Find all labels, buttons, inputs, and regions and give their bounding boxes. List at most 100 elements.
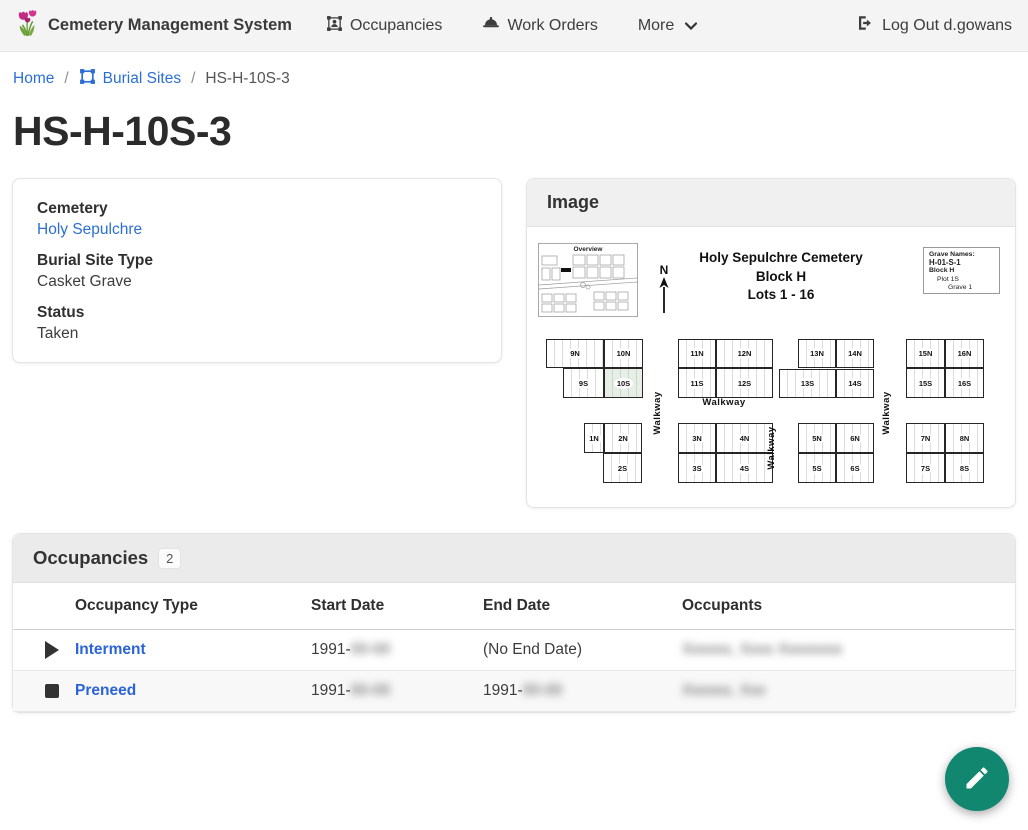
map-titles: Holy Sepulchre Cemetery Block H Lots 1 -…: [666, 249, 896, 305]
occupancies-card: Occupancies 2 Occupancy Type Start Date …: [12, 533, 1016, 713]
burial-site-icon: [79, 68, 96, 90]
brand[interactable]: Cemetery Management System: [16, 8, 292, 43]
map-cell-6N: 6N: [836, 423, 874, 453]
logout-button[interactable]: Log Out d.gowans: [856, 14, 1012, 37]
map-cell-2S: 2S: [603, 453, 642, 483]
map-overview-label: Overview: [539, 246, 637, 253]
walkway-label: Walkway: [881, 371, 897, 455]
occupancy-type-link[interactable]: Interment: [75, 641, 146, 658]
grave-plot: Plot 1S: [929, 276, 999, 284]
occupancies-table: Occupancy Type Start Date End Date Occup…: [13, 583, 1015, 712]
occupants-redacted-text: Xxxxxx, Xxx: [682, 682, 766, 699]
brand-title: Cemetery Management System: [48, 16, 292, 35]
map-cell-12N: 12N: [716, 339, 773, 368]
map-cell-13S: 13S: [779, 369, 836, 398]
walkway-label: Walkway: [766, 406, 782, 490]
map-cell-3S: 3S: [678, 453, 716, 483]
breadcrumb-home-link[interactable]: Home: [13, 70, 54, 88]
cemetery-link[interactable]: Holy Sepulchre: [37, 221, 142, 238]
breadcrumb-burial-sites-link[interactable]: Burial Sites: [79, 68, 181, 90]
cards-row: Cemetery Holy Sepulchre Burial Site Type…: [12, 178, 1016, 508]
cemetery-block-map: Overview: [536, 235, 1006, 497]
status-value: Taken: [37, 325, 477, 343]
map-cell-11S: 11S: [678, 368, 716, 398]
occupancies-icon: [326, 15, 343, 37]
map-cell-9S: 9S: [563, 368, 604, 398]
grave-name: H-01-S-1: [929, 259, 999, 267]
image-card-title: Image: [547, 192, 599, 212]
map-cell-3N: 3N: [678, 423, 716, 453]
column-header-start-date: Start Date: [311, 597, 483, 615]
map-cell-1N: 1N: [584, 423, 604, 453]
edit-fab-button[interactable]: [945, 747, 1009, 811]
nav-item-occupancies[interactable]: Occupancies: [326, 15, 443, 37]
map-cell-7N: 7N: [906, 423, 945, 453]
occupancies-count-badge: 2: [158, 548, 181, 569]
logout-icon: [856, 14, 874, 37]
column-header-occupancy-type: Occupancy Type: [75, 597, 311, 615]
column-header-occupants: Occupants: [682, 597, 1015, 615]
map-cell-4S: 4S: [716, 453, 773, 483]
stop-icon: [45, 684, 59, 698]
map-title-line: Block H: [666, 268, 896, 287]
occupancies-title: Occupancies: [33, 547, 148, 569]
map-cell-8N: 8N: [945, 423, 984, 453]
top-navbar: Cemetery Management System Occupancies W: [0, 0, 1028, 52]
field-label-burial-site-type: Burial Site Type: [37, 252, 477, 270]
image-card-body: Overview: [527, 227, 1015, 507]
map-cell-14S: 14S: [836, 369, 874, 398]
map-cell-6S: 6S: [836, 453, 874, 483]
play-icon: [45, 641, 59, 659]
breadcrumb-separator: /: [64, 70, 68, 88]
redacted-text: 00-00: [523, 682, 563, 699]
map-title-line: Holy Sepulchre Cemetery: [666, 249, 896, 268]
breadcrumb-current: HS-H-10S-3: [205, 70, 289, 88]
column-header-end-date: End Date: [483, 597, 682, 615]
grave-names-box: Grave Names: H-01-S-1 Block H Plot 1S Gr…: [923, 247, 1000, 294]
breadcrumb: Home / Burial Sites / HS-H-10S-3: [0, 52, 1028, 102]
table-header-row: Occupancy Type Start Date End Date Occup…: [13, 583, 1015, 630]
tulip-logo-icon: [16, 8, 40, 43]
map-cell-10N: 10N: [604, 339, 643, 368]
map-cell-16N: 16N: [945, 339, 984, 368]
breadcrumb-label: Burial Sites: [103, 70, 181, 88]
map-cell-2N: 2N: [604, 423, 642, 453]
occupants-redacted-text: Xxxxxx, Xxxx Xxxxxxxx: [682, 641, 842, 658]
details-card: Cemetery Holy Sepulchre Burial Site Type…: [12, 178, 502, 363]
nav-item-label: More: [638, 17, 674, 35]
map-overview-sketch: [539, 254, 637, 316]
breadcrumb-separator: /: [191, 70, 195, 88]
occupancy-type-link[interactable]: Preneed: [75, 682, 136, 699]
map-cell-5S: 5S: [798, 453, 836, 483]
nav-item-work-orders[interactable]: Work Orders: [482, 15, 597, 36]
hardhat-icon: [482, 15, 500, 36]
map-cell-12S: 12S: [716, 368, 773, 398]
walkway-label: Walkway: [652, 371, 668, 455]
redacted-text: 00-00: [351, 641, 391, 658]
nav-item-label: Work Orders: [507, 17, 597, 35]
map-cell-5N: 5N: [798, 423, 836, 453]
field-label-cemetery: Cemetery: [37, 200, 477, 218]
map-overview-inset: Overview: [538, 243, 638, 317]
logout-label: Log Out d.gowans: [882, 17, 1012, 35]
map-cell-8S: 8S: [945, 453, 984, 483]
nav-item-more[interactable]: More: [638, 17, 697, 35]
page-title: HS-H-10S-3: [13, 108, 1028, 155]
map-cell-14N: 14N: [836, 339, 874, 368]
map-cell-7S: 7S: [906, 453, 945, 483]
start-date-cell: 1991-00-00: [311, 682, 483, 700]
map-cell-13N: 13N: [798, 339, 836, 368]
end-date-cell: 1991-00-00: [483, 682, 682, 700]
table-row: Interment 1991-00-00 (No End Date) Xxxxx…: [13, 630, 1015, 671]
map-cell-10S: 10S: [604, 368, 643, 398]
chevron-down-icon: [685, 17, 697, 35]
image-card: Image Overview: [526, 178, 1016, 508]
image-card-header: Image: [527, 179, 1015, 227]
map-cell-16S: 16S: [945, 368, 984, 398]
pencil-icon: [963, 764, 991, 795]
occupancies-header: Occupancies 2: [13, 534, 1015, 583]
end-date-cell: (No End Date): [483, 641, 682, 659]
walkway-label: Walkway: [682, 397, 766, 413]
map-cell-9N: 9N: [546, 339, 604, 368]
table-row: Preneed 1991-00-00 1991-00-00 Xxxxxx, Xx…: [13, 671, 1015, 712]
